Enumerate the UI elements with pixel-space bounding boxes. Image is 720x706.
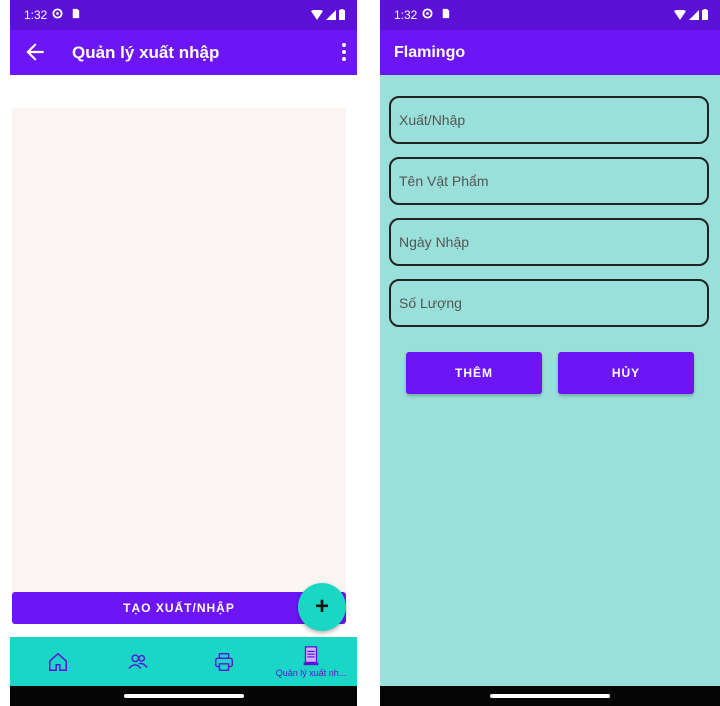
add-fab-button[interactable]: +: [298, 583, 346, 631]
add-button[interactable]: THÊM: [406, 352, 542, 394]
quantity-input[interactable]: [399, 281, 699, 325]
status-time: 1:32: [394, 8, 418, 22]
wifi-icon: [311, 9, 323, 20]
sim-card-icon: [442, 8, 450, 19]
status-right-icons: [674, 9, 708, 20]
nav-item-print[interactable]: [206, 637, 242, 686]
system-navigation-bar: [10, 686, 357, 706]
status-bar: 1:32: [380, 0, 720, 30]
status-time: 1:32: [24, 8, 48, 22]
app-bar: Quản lý xuất nhập: [10, 30, 357, 75]
nav-item-home[interactable]: [40, 637, 76, 686]
left-phone-screen: 1:32 Quản lý xuất nhập TẠO XUẤT/NHẬP + Q…: [10, 0, 357, 706]
app-bar: Flamingo: [380, 30, 720, 75]
nav-label-import-export: Quản lý xuất nh...: [275, 668, 347, 678]
battery-icon: [339, 9, 345, 20]
type-field[interactable]: [389, 96, 709, 144]
item-name-input[interactable]: [399, 159, 699, 203]
import-date-input[interactable]: [399, 220, 699, 264]
status-bar: 1:32: [10, 0, 357, 30]
settings-status-icon: [422, 8, 433, 19]
battery-icon: [702, 9, 708, 20]
home-gesture-bar[interactable]: [123, 694, 244, 698]
bottom-navigation: Quản lý xuất nh...: [10, 637, 357, 686]
create-import-export-button[interactable]: TẠO XUẤT/NHẬP: [12, 592, 346, 624]
home-gesture-bar[interactable]: [490, 694, 610, 698]
type-input[interactable]: [399, 98, 699, 142]
back-arrow-icon[interactable]: [22, 39, 48, 65]
nav-item-people[interactable]: [120, 637, 156, 686]
right-phone-screen: 1:32 Flamingo THÊM HỦY: [380, 0, 720, 706]
home-icon: [49, 652, 67, 671]
settings-status-icon: [52, 8, 63, 19]
cancel-button-label: HỦY: [611, 366, 641, 380]
status-right-icons: [311, 9, 345, 20]
cancel-button[interactable]: HỦY: [558, 352, 694, 394]
system-navigation-bar: [380, 686, 720, 706]
sim-card-icon: [72, 8, 80, 19]
item-name-field[interactable]: [389, 157, 709, 205]
nav-item-import-export[interactable]: Quản lý xuất nh...: [266, 637, 356, 686]
import-date-field[interactable]: [389, 218, 709, 266]
create-button-label: TẠO XUẤT/NHẬP: [123, 601, 235, 615]
printer-icon: [215, 652, 233, 671]
add-button-label: THÊM: [455, 366, 493, 380]
more-vert-icon[interactable]: [341, 42, 347, 62]
page-title: Quản lý xuất nhập: [72, 43, 220, 62]
people-icon: [128, 653, 148, 669]
record-list[interactable]: [12, 108, 346, 598]
app-title: Flamingo: [394, 44, 466, 61]
signal-icon: [689, 9, 699, 20]
quantity-field[interactable]: [389, 279, 709, 327]
document-list-icon: [303, 646, 319, 666]
fab-plus-icon: +: [314, 593, 329, 620]
signal-icon: [326, 9, 336, 20]
wifi-icon: [674, 9, 686, 20]
